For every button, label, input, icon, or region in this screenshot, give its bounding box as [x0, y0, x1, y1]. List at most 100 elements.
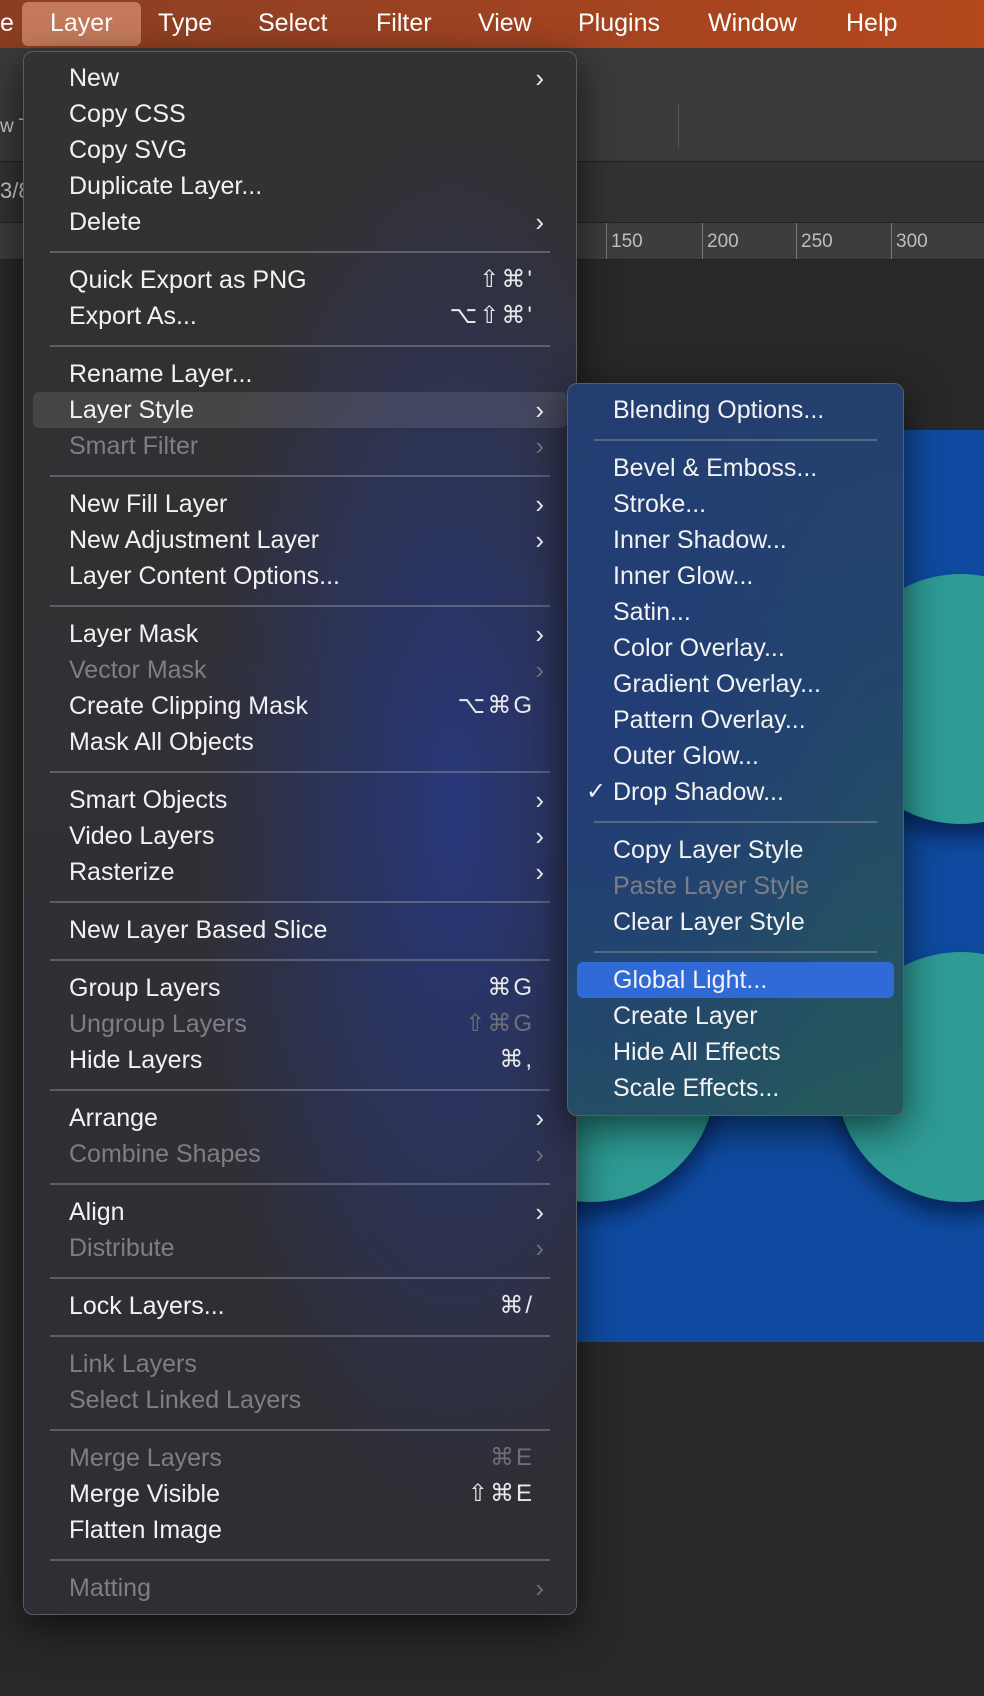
menu-item-link-layers[interactable]: Link Layers: [24, 1346, 576, 1382]
menu-item-blending-options[interactable]: Blending Options...: [568, 392, 903, 428]
menu-item-mask-all-objects[interactable]: Mask All Objects: [24, 724, 576, 760]
menu-item-label: Stroke...: [613, 490, 707, 518]
menu-item-label: Satin...: [613, 598, 691, 626]
shortcut-label: ⌘/: [499, 1292, 534, 1319]
menu-item-new-adjustment-layer[interactable]: New Adjustment Layer ›: [24, 522, 576, 558]
menu-item-layer-mask[interactable]: Layer Mask ›: [24, 616, 576, 652]
menu-item-copy-css[interactable]: Copy CSS: [24, 96, 576, 132]
menu-item-color-overlay[interactable]: Color Overlay...: [568, 630, 903, 666]
menu-item-gradient-overlay[interactable]: Gradient Overlay...: [568, 666, 903, 702]
menu-item-label: Color Overlay...: [613, 634, 785, 662]
menu-item-label: Merge Visible: [69, 1480, 221, 1508]
menu-plugins[interactable]: Plugins: [578, 0, 660, 48]
menu-item-inner-shadow[interactable]: Inner Shadow...: [568, 522, 903, 558]
menu-type[interactable]: Type: [158, 0, 212, 48]
menu-filter[interactable]: Filter: [376, 0, 432, 48]
menu-layer[interactable]: Layer: [22, 2, 141, 46]
layer-style-submenu: Blending Options... Bevel & Emboss... St…: [567, 383, 904, 1116]
menu-item-flatten-image[interactable]: Flatten Image: [24, 1512, 576, 1548]
menu-item-outer-glow[interactable]: Outer Glow...: [568, 738, 903, 774]
menu-view[interactable]: View: [478, 0, 532, 48]
submenu-arrow-icon: ›: [535, 207, 544, 237]
menu-item-label: Lock Layers...: [69, 1292, 225, 1320]
menu-item-label: Copy Layer Style: [613, 836, 804, 864]
menu-edit-clipped[interactable]: e: [0, 0, 14, 48]
layer-menu-dropdown: New › Copy CSS Copy SVG Duplicate Layer..…: [23, 51, 577, 1615]
menu-item-hide-layers[interactable]: Hide Layers ⌘,: [24, 1042, 576, 1078]
menu-item-label: Select Linked Layers: [69, 1386, 302, 1414]
menu-item-rename-layer[interactable]: Rename Layer...: [24, 356, 576, 392]
shortcut-label: ⌥⇧⌘': [449, 302, 534, 329]
ruler-label: 250: [801, 231, 833, 252]
menu-item-ungroup-layers[interactable]: Ungroup Layers ⇧⌘G: [24, 1006, 576, 1042]
menu-item-smart-filter[interactable]: Smart Filter ›: [24, 428, 576, 464]
menu-item-label: Scale Effects...: [613, 1074, 780, 1102]
menu-item-distribute[interactable]: Distribute ›: [24, 1230, 576, 1266]
menu-item-inner-glow[interactable]: Inner Glow...: [568, 558, 903, 594]
menu-separator: [50, 771, 550, 773]
menu-item-satin[interactable]: Satin...: [568, 594, 903, 630]
menu-separator: [50, 901, 550, 903]
menu-item-arrange[interactable]: Arrange ›: [24, 1100, 576, 1136]
menu-item-label: Create Layer: [613, 1002, 758, 1030]
menu-item-rasterize[interactable]: Rasterize ›: [24, 854, 576, 890]
menu-item-create-clipping-mask[interactable]: Create Clipping Mask ⌥⌘G: [24, 688, 576, 724]
menu-item-label: Hide Layers: [69, 1046, 203, 1074]
menu-item-paste-layer-style[interactable]: Paste Layer Style: [568, 868, 903, 904]
menu-item-group-layers[interactable]: Group Layers ⌘G: [24, 970, 576, 1006]
ruler-tick: [796, 223, 797, 259]
menu-item-copy-layer-style[interactable]: Copy Layer Style: [568, 832, 903, 868]
menu-separator: [50, 1335, 550, 1337]
menu-item-matting[interactable]: Matting ›: [24, 1570, 576, 1606]
menu-item-lock-layers[interactable]: Lock Layers... ⌘/: [24, 1288, 576, 1324]
submenu-arrow-icon: ›: [535, 1197, 544, 1227]
menu-item-label: Group Layers: [69, 974, 221, 1002]
menu-item-new[interactable]: New ›: [24, 60, 576, 96]
menu-item-select-linked-layers[interactable]: Select Linked Layers: [24, 1382, 576, 1418]
menu-item-merge-visible[interactable]: Merge Visible ⇧⌘E: [24, 1476, 576, 1512]
menu-item-label: Align: [69, 1198, 125, 1226]
menu-item-bevel-emboss[interactable]: Bevel & Emboss...: [568, 450, 903, 486]
submenu-arrow-icon: ›: [535, 431, 544, 461]
menu-separator: [50, 1277, 550, 1279]
menu-item-copy-svg[interactable]: Copy SVG: [24, 132, 576, 168]
ruler-label: 150: [611, 231, 643, 252]
menu-item-new-layer-based-slice[interactable]: New Layer Based Slice: [24, 912, 576, 948]
menu-item-label: Blending Options...: [613, 396, 825, 424]
menu-item-new-fill-layer[interactable]: New Fill Layer ›: [24, 486, 576, 522]
menu-item-vector-mask[interactable]: Vector Mask ›: [24, 652, 576, 688]
submenu-arrow-icon: ›: [535, 525, 544, 555]
menu-item-label: Copy CSS: [69, 100, 186, 128]
menu-help[interactable]: Help: [846, 0, 897, 48]
shortcut-label: ⌘,: [499, 1046, 534, 1073]
menu-item-align[interactable]: Align ›: [24, 1194, 576, 1230]
ruler-tick: [606, 223, 607, 259]
menu-item-duplicate-layer[interactable]: Duplicate Layer...: [24, 168, 576, 204]
menu-item-export-as[interactable]: Export As... ⌥⇧⌘': [24, 298, 576, 334]
menu-item-scale-effects[interactable]: Scale Effects...: [568, 1070, 903, 1106]
menu-item-label: Outer Glow...: [613, 742, 759, 770]
menu-item-clear-layer-style[interactable]: Clear Layer Style: [568, 904, 903, 940]
menu-item-drop-shadow[interactable]: ✓ Drop Shadow...: [568, 774, 903, 810]
menu-item-global-light[interactable]: Global Light...: [568, 962, 903, 998]
menu-item-layer-content-options[interactable]: Layer Content Options...: [24, 558, 576, 594]
menu-item-create-layer[interactable]: Create Layer: [568, 998, 903, 1034]
menu-item-label: Inner Shadow...: [613, 526, 787, 554]
submenu-arrow-icon: ›: [535, 821, 544, 851]
menu-item-combine-shapes[interactable]: Combine Shapes ›: [24, 1136, 576, 1172]
menu-item-stroke[interactable]: Stroke...: [568, 486, 903, 522]
menu-item-hide-all-effects[interactable]: Hide All Effects: [568, 1034, 903, 1070]
menu-item-delete[interactable]: Delete ›: [24, 204, 576, 240]
menu-item-video-layers[interactable]: Video Layers ›: [24, 818, 576, 854]
menu-item-layer-style[interactable]: Layer Style ›: [24, 392, 576, 428]
ruler-label: 200: [707, 231, 739, 252]
menu-item-merge-layers[interactable]: Merge Layers ⌘E: [24, 1440, 576, 1476]
menu-item-label: Create Clipping Mask: [69, 692, 308, 720]
menu-item-pattern-overlay[interactable]: Pattern Overlay...: [568, 702, 903, 738]
menu-item-quick-export-png[interactable]: Quick Export as PNG ⇧⌘': [24, 262, 576, 298]
submenu-arrow-icon: ›: [535, 395, 544, 425]
menu-select[interactable]: Select: [258, 0, 327, 48]
menu-window[interactable]: Window: [708, 0, 797, 48]
menu-item-label: Drop Shadow...: [613, 778, 784, 806]
menu-item-smart-objects[interactable]: Smart Objects ›: [24, 782, 576, 818]
